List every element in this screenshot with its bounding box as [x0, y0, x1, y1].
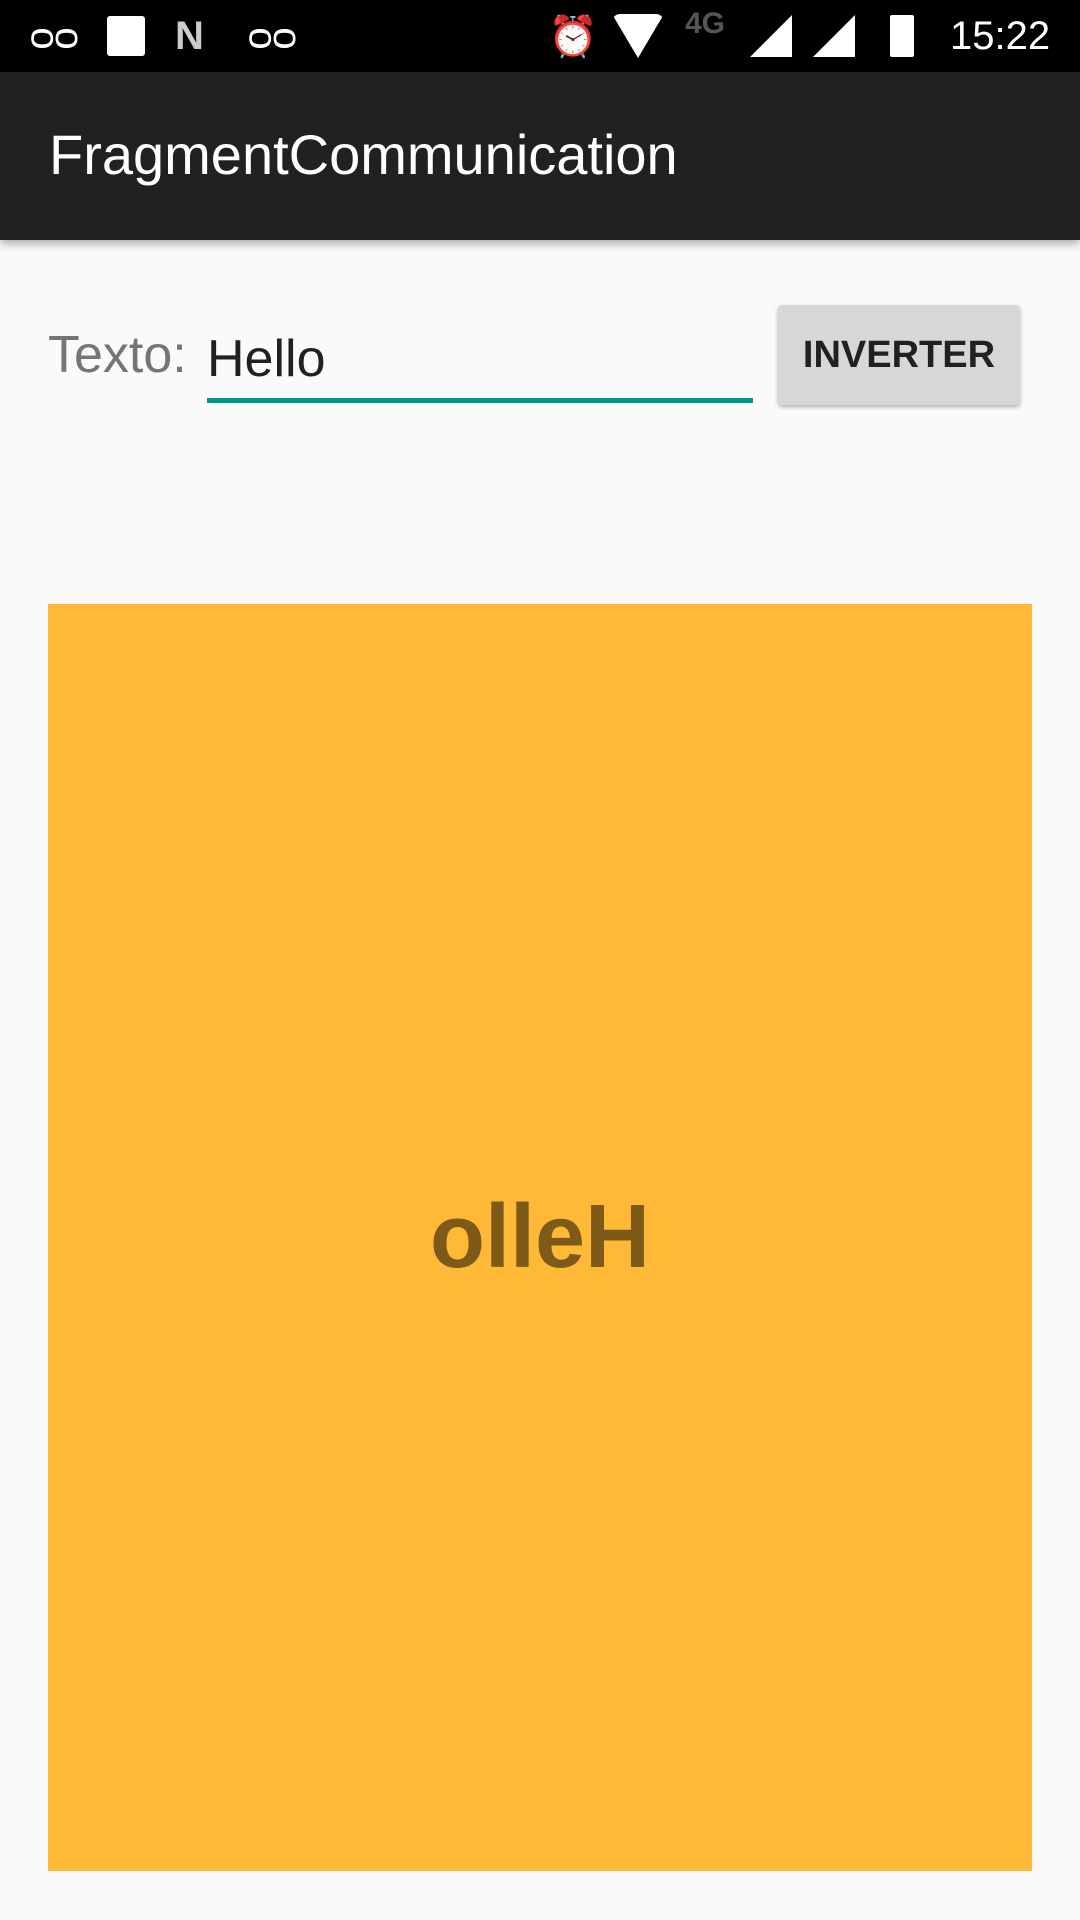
text-input[interactable]: [207, 320, 753, 403]
app-title: FragmentCommunication: [49, 123, 678, 186]
n-icon: N: [175, 13, 204, 58]
text-label: Texto:: [48, 326, 187, 384]
clock: 15:22: [950, 13, 1051, 58]
signal-icon: [813, 0, 855, 72]
signal-icon: [750, 0, 792, 72]
wifi-icon: [612, 0, 664, 72]
battery-charging-icon: [890, 0, 914, 72]
voicemail-icon: ᴑᴑ: [30, 13, 79, 58]
result-text: olleH: [429, 1187, 651, 1287]
voicemail-icon: ᴑᴑ: [248, 13, 297, 58]
invert-button[interactable]: INVERTER: [778, 305, 1020, 405]
app-bar: FragmentCommunication: [0, 72, 1080, 240]
result-fragment: olleH: [48, 604, 1032, 1871]
network-type: 4G: [685, 7, 726, 40]
image-icon: [107, 0, 145, 72]
alarm-icon: ⏰: [548, 14, 598, 59]
status-bar: ᴑᴑ N ᴑᴑ ⏰ 4G 15:22: [0, 0, 1080, 72]
